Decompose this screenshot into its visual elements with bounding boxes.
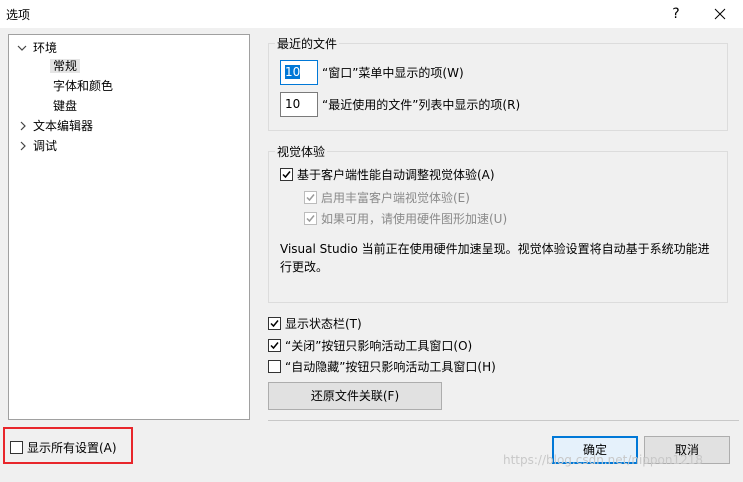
tree-item-fonts-colors[interactable]: 字体和颜色: [53, 77, 113, 95]
options-tree[interactable]: 环境 常规 字体和颜色 键盘 文本编辑器 调试: [8, 34, 250, 420]
tree-item-keyboard[interactable]: 键盘: [53, 97, 77, 115]
status-bar-checkbox[interactable]: [268, 317, 281, 330]
autohide-button-label: “自动隐藏”按钮只影响活动工具窗口(H): [285, 360, 496, 374]
tree-item-text-editor[interactable]: 文本编辑器: [33, 117, 93, 135]
chevron-right-icon[interactable]: [18, 137, 28, 155]
rich-client-label: 启用丰富客户端视觉体验(E): [321, 191, 470, 205]
recent-list-count-label: “最近使用的文件”列表中显示的项(R): [322, 98, 521, 112]
tree-item-debugging[interactable]: 调试: [33, 137, 57, 155]
window-menu-count-input[interactable]: 10: [280, 60, 318, 85]
recent-files-group: [268, 43, 728, 131]
tree-item-general[interactable]: 常规: [50, 57, 81, 75]
hw-accel-label: 如果可用，请使用硬件图形加速(U): [321, 212, 508, 226]
restore-file-associations-button[interactable]: 还原文件关联(F): [268, 382, 442, 410]
close-button[interactable]: [697, 0, 743, 28]
checkmark-icon: [270, 342, 279, 350]
show-all-settings-label: 显示所有设置(A): [27, 441, 117, 455]
tree-item-environment[interactable]: 环境: [33, 39, 57, 57]
autohide-button-checkbox[interactable]: [268, 360, 281, 373]
auto-adjust-checkbox[interactable]: [280, 168, 293, 181]
chevron-down-icon[interactable]: [17, 39, 27, 57]
auto-adjust-label: 基于客户端性能自动调整视觉体验(A): [297, 168, 495, 182]
checkmark-icon: [270, 320, 279, 328]
visual-experience-description: Visual Studio 当前正在使用硬件加速呈现。视觉体验设置将自动基于系统…: [280, 242, 710, 274]
recent-list-count-input[interactable]: 10: [280, 92, 318, 117]
window-title: 选项: [6, 8, 31, 22]
chevron-right-icon[interactable]: [18, 117, 28, 135]
footer-separator: [268, 420, 739, 421]
close-icon: [714, 8, 726, 20]
title-bar: 选项 ?: [0, 0, 743, 28]
hw-accel-checkbox[interactable]: [304, 212, 317, 225]
visual-experience-legend: 视觉体验: [275, 143, 328, 160]
checkmark-icon: [306, 215, 315, 223]
close-button-checkbox[interactable]: [268, 339, 281, 352]
status-bar-label: 显示状态栏(T): [285, 317, 362, 331]
help-icon: ?: [672, 6, 680, 22]
help-button[interactable]: ?: [656, 0, 696, 28]
close-button-label: “关闭”按钮只影响活动工具窗口(O): [285, 339, 473, 353]
rich-client-checkbox[interactable]: [304, 191, 317, 204]
recent-files-legend: 最近的文件: [275, 35, 340, 52]
show-all-settings-checkbox[interactable]: [10, 441, 23, 454]
checkmark-icon: [306, 194, 315, 202]
window-menu-count-label: “窗口”菜单中显示的项(W): [322, 66, 464, 80]
watermark-text: https://blog.csdn.net/nippon1218: [503, 453, 704, 467]
checkmark-icon: [282, 171, 291, 179]
